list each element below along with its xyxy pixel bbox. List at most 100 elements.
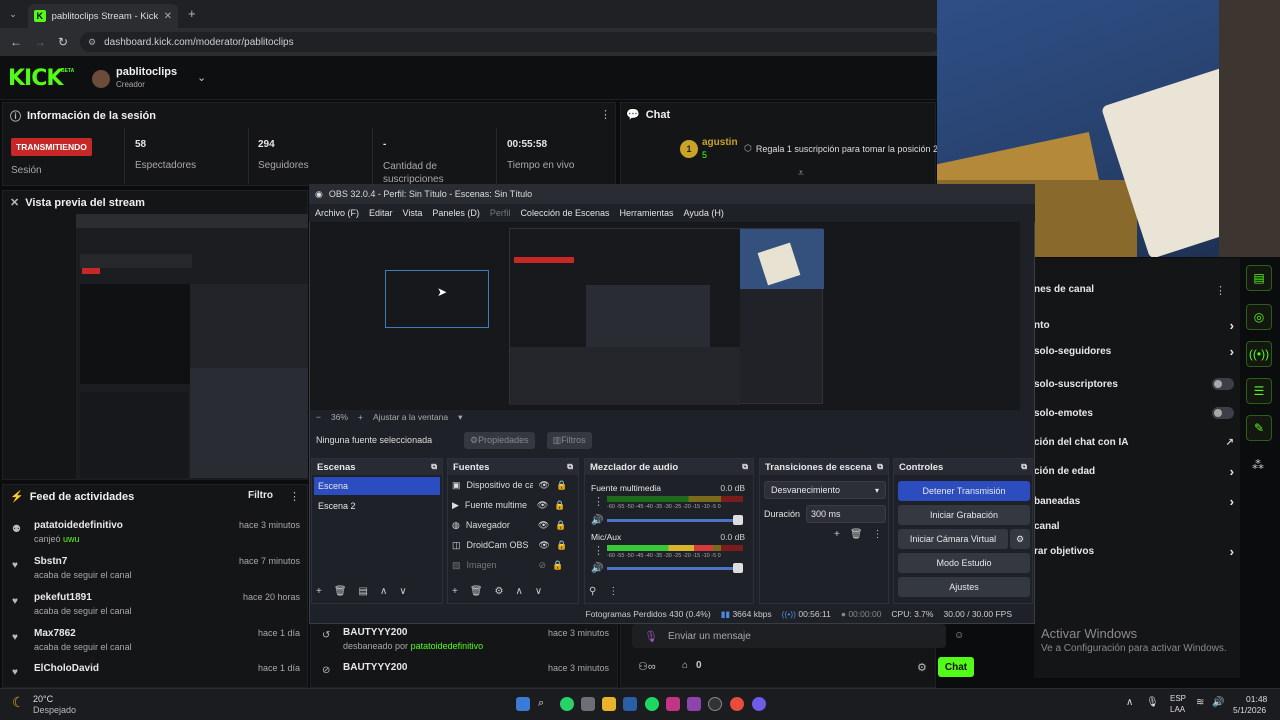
search-icon[interactable]: ⌕ [538, 697, 552, 711]
mixer-menu-icon[interactable]: ⋮ [593, 495, 604, 508]
virtual-camera-gear-icon[interactable]: ⚙ [1010, 529, 1030, 549]
top-gifter-name[interactable]: agustin [702, 137, 738, 148]
channel-switch-chevron-icon[interactable]: ⌄ [197, 71, 206, 84]
zoom-dropdown-icon[interactable]: ▾ [458, 412, 462, 423]
steam-icon[interactable] [623, 697, 637, 711]
scene-item[interactable]: Escena [314, 477, 440, 495]
undock-icon[interactable]: ⧉ [877, 462, 883, 472]
studio-mode-button[interactable]: Modo Estudio [898, 553, 1030, 573]
activity-user[interactable]: Max7862 [34, 628, 76, 639]
modlog-user[interactable]: BAUTYYY200 [343, 662, 407, 673]
mic-tray-icon[interactable]: 🎙 [1146, 697, 1159, 708]
add-icon[interactable]: + [834, 529, 840, 540]
lock-icon[interactable]: 🔒 [555, 520, 566, 531]
browser-tab[interactable]: K pablitoclips Stream - Kick Dashb ✕ [28, 4, 178, 28]
filters-button[interactable]: ▥ Filtros [546, 431, 592, 449]
move-down-icon[interactable]: ∨ [535, 586, 542, 597]
spotify-icon[interactable] [645, 697, 659, 711]
chat-send-button[interactable]: Chat [938, 657, 974, 677]
stream-preview-video[interactable] [76, 214, 308, 480]
setting-row[interactable]: ción de edad › [1034, 461, 1234, 481]
trash-icon[interactable]: 🗑 [850, 529, 863, 540]
setting-row[interactable]: solo-suscriptores [1034, 374, 1234, 394]
duration-spinbox[interactable]: 300 ms [806, 505, 886, 523]
gear-icon[interactable]: ⚙ [495, 586, 504, 597]
source-item[interactable]: ▣ Dispositivo de ca 👁 🔒 [448, 475, 578, 495]
avatar[interactable] [92, 70, 110, 88]
lock-icon[interactable]: 🔒 [552, 560, 563, 571]
weather-moon-icon[interactable]: ☾ [12, 694, 25, 711]
toggle-switch[interactable] [1212, 378, 1234, 390]
collapse-chevron-icon[interactable]: ⩡ [798, 168, 804, 179]
gift-promo[interactable]: ⬡ Regala 1 suscripción para tomar la pos… [744, 143, 938, 154]
volume-slider[interactable] [607, 567, 743, 570]
setting-row[interactable]: baneadas › [1034, 491, 1234, 511]
transition-select[interactable]: Desvanecimiento ▾ [764, 481, 886, 499]
visibility-eye-icon[interactable]: 👁 [537, 500, 548, 511]
volume-icon[interactable]: 🔊 [1212, 697, 1224, 708]
chat-icon[interactable]: ◎ [1246, 304, 1272, 330]
wifi-icon[interactable]: ≋ [1196, 697, 1204, 708]
undock-icon[interactable]: ⧉ [567, 462, 573, 472]
menu-paneles[interactable]: Paneles (D) [432, 208, 480, 218]
stop-streaming-button[interactable]: Detener Transmisión [898, 481, 1030, 501]
clipboard-icon[interactable]: ▤ [1246, 265, 1272, 291]
whatsapp-icon[interactable] [560, 697, 574, 711]
discord-icon[interactable] [752, 697, 766, 711]
undock-icon[interactable]: ⧉ [431, 462, 437, 472]
visibility-eye-icon[interactable]: 👁 [538, 520, 549, 531]
sparkle-icon[interactable]: ⁂ [1252, 458, 1264, 472]
move-up-icon[interactable]: ∧ [380, 586, 387, 597]
list-icon[interactable]: ☰ [1246, 378, 1272, 404]
viewers-infinity-icon[interactable]: ⚇∞ [638, 660, 656, 673]
lang-primary[interactable]: ESP [1170, 694, 1186, 703]
modlog-user[interactable]: BAUTYYY200 [343, 627, 407, 638]
menu-vista[interactable]: Vista [403, 208, 423, 218]
source-item[interactable]: ▶ Fuente multime 👁 🔒 [448, 495, 578, 515]
move-down-icon[interactable]: ∨ [399, 586, 406, 597]
tab-close-icon[interactable]: ✕ [164, 11, 172, 22]
emote-icon[interactable]: ☺ [954, 630, 964, 641]
mixer-menu-icon[interactable]: ⋮ [593, 544, 604, 557]
instagram-icon[interactable] [666, 697, 680, 711]
trash-icon[interactable]: 🗑 [470, 586, 483, 597]
source-item[interactable]: ◍ Navegador 👁 🔒 [448, 515, 578, 535]
link-icon[interactable]: ⚲ [589, 586, 596, 597]
menu-archivo[interactable]: Archivo (F) [315, 208, 359, 218]
menu-coleccion[interactable]: Colección de Escenas [520, 208, 609, 218]
start-recording-button[interactable]: Iniciar Grabación [898, 505, 1030, 525]
hidden-eye-icon[interactable]: ⊘ [539, 560, 547, 571]
wrench-icon[interactable]: ✎ [1246, 415, 1272, 441]
visibility-eye-icon[interactable]: 👁 [539, 540, 550, 551]
file-explorer-icon[interactable] [602, 697, 616, 711]
lock-icon[interactable]: 🔒 [556, 480, 567, 491]
move-up-icon[interactable]: ∧ [516, 586, 523, 597]
zoom-fit[interactable]: Ajustar a la ventana [373, 412, 448, 423]
add-icon[interactable]: + [452, 586, 458, 597]
chat-input[interactable]: 🎙 Enviar un mensaje [632, 624, 946, 648]
kick-logo[interactable]: KICK [8, 66, 63, 91]
new-tab-icon[interactable]: + [188, 6, 196, 21]
source-bounding-box[interactable] [385, 270, 489, 328]
setting-row[interactable]: solo-seguidores › [1034, 341, 1234, 361]
chrome-icon[interactable] [730, 697, 744, 711]
volume-slider-handle[interactable] [733, 563, 743, 573]
mic-icon[interactable]: 🎙 [644, 630, 658, 643]
settings-menu-icon[interactable]: ⋮ [1215, 284, 1226, 297]
setting-row[interactable]: solo-emotes [1034, 403, 1234, 423]
menu-ayuda[interactable]: Ayuda (H) [684, 208, 724, 218]
properties-button[interactable]: ⚙ Propiedades [464, 431, 535, 449]
tray-chevron-icon[interactable]: ∧ [1126, 697, 1133, 708]
lock-icon[interactable]: 🔒 [554, 500, 565, 511]
tab-list-icon[interactable]: ⌄ [6, 7, 20, 21]
scene-item[interactable]: Escena 2 [314, 497, 440, 515]
app-icon[interactable] [687, 697, 701, 711]
reload-icon[interactable]: ↻ [58, 35, 68, 49]
menu-icon[interactable]: ⋮ [873, 529, 883, 540]
lock-icon[interactable]: 🔒 [556, 540, 567, 551]
back-icon[interactable]: ← [10, 35, 22, 49]
volume-slider-handle[interactable] [733, 515, 743, 525]
setting-row[interactable]: canal [1034, 516, 1234, 536]
session-menu-icon[interactable]: ⋮ [600, 108, 611, 121]
clock-time[interactable]: 01:48 [1246, 694, 1267, 704]
